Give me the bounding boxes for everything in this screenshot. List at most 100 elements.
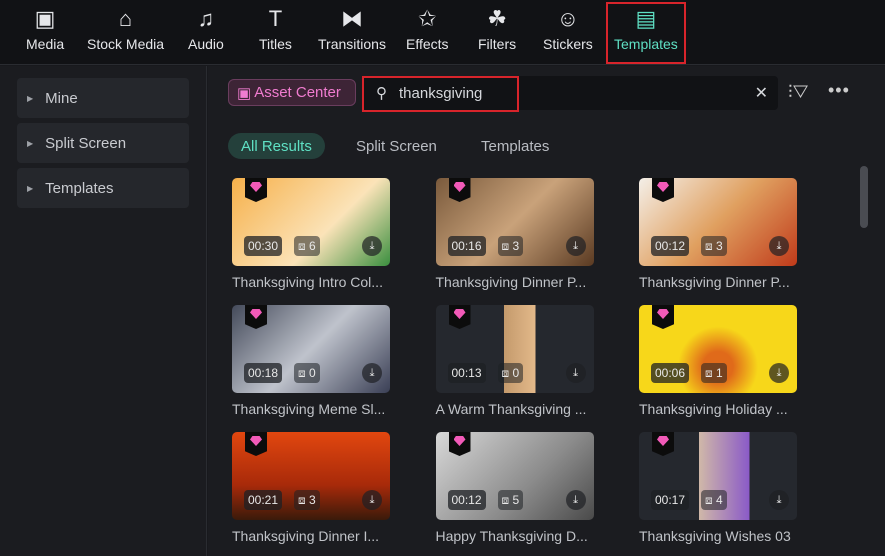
store-icon: ▣ xyxy=(237,84,252,102)
tab-effects[interactable]: ✩ Effects xyxy=(406,6,449,62)
template-card[interactable]: 00:13 ⧈ 0 ⤓ A Warm Thanksgiving ... xyxy=(435,305,594,417)
templates-icon: ▤ xyxy=(635,6,657,31)
tab-label: Media xyxy=(26,36,65,52)
clip-icon: ⧈ xyxy=(705,493,716,507)
premium-gem-icon xyxy=(245,178,267,202)
filter-label: All Results xyxy=(241,137,312,155)
clip-icon: ⧈ xyxy=(501,493,513,507)
premium-gem-icon xyxy=(448,432,471,456)
stock-media-icon: ⌂ xyxy=(118,6,133,31)
tab-templates[interactable]: ▤ Templates xyxy=(606,2,686,64)
transitions-icon: ⧓ xyxy=(340,6,363,31)
premium-gem-icon xyxy=(652,178,674,202)
expand-icon: ▶ xyxy=(27,93,34,103)
sidebar-item-label: Templates xyxy=(45,179,114,197)
filter-all-results[interactable]: All Results xyxy=(228,133,325,159)
asset-center-label: Asset Center xyxy=(254,84,341,101)
template-thumbnail[interactable]: 00:18 ⧈ 0 ⤓ xyxy=(232,305,390,393)
template-thumbnail[interactable]: 00:06 ⧈ 1 ⤓ xyxy=(639,305,797,393)
template-thumbnail[interactable]: 00:12 ⧈ 5 ⤓ xyxy=(435,432,594,520)
clip-icon: ⧈ xyxy=(298,239,309,253)
effects-icon: ✩ xyxy=(418,6,437,31)
clip-count: 6 xyxy=(308,239,316,253)
filter-icon[interactable]: ⫶▽ xyxy=(788,82,809,103)
download-icon[interactable]: ⤓ xyxy=(362,363,382,383)
template-card[interactable]: 00:16 ⧈ 3 ⤓ Thanksgiving Dinner P... xyxy=(435,178,594,290)
clip-icon: ⧈ xyxy=(298,366,309,380)
template-thumbnail[interactable]: 00:16 ⧈ 3 ⤓ xyxy=(435,178,594,266)
clip-icon: ⧈ xyxy=(298,493,309,507)
scrollbar[interactable] xyxy=(860,166,868,228)
duration-badge: 00:16 xyxy=(447,236,486,256)
tab-stickers[interactable]: ☺ Stickers xyxy=(543,6,593,62)
download-icon[interactable]: ⤓ xyxy=(362,236,382,256)
asset-center-button[interactable]: ▣ Asset Center xyxy=(228,79,356,106)
download-icon[interactable]: ⤓ xyxy=(565,490,586,510)
template-card[interactable]: 00:30 ⧈ 6 ⤓ Thanksgiving Intro Col... xyxy=(232,178,390,290)
premium-gem-icon xyxy=(448,178,471,202)
duration-badge: 00:12 xyxy=(447,490,486,510)
download-icon[interactable]: ⤓ xyxy=(769,236,789,256)
duration-badge: 00:30 xyxy=(244,236,283,256)
more-icon[interactable]: ••• xyxy=(828,80,850,101)
tab-media[interactable]: ▣ Media xyxy=(26,6,64,62)
expand-icon: ▶ xyxy=(27,183,34,193)
sidebar-item-templates[interactable]: ▶ Templates xyxy=(17,168,189,208)
template-thumbnail[interactable]: 00:30 ⧈ 6 ⤓ xyxy=(232,178,390,266)
clip-count: 0 xyxy=(512,366,520,380)
download-icon[interactable]: ⤓ xyxy=(565,236,586,256)
tab-label: Transitions xyxy=(318,36,386,52)
sidebar-item-label: Mine xyxy=(45,89,78,107)
clip-count-badge: ⧈ 3 xyxy=(497,236,524,256)
clip-icon: ⧈ xyxy=(705,366,716,380)
tab-titles[interactable]: T Titles xyxy=(259,6,292,62)
clip-count-badge: ⧈ 0 xyxy=(294,363,320,383)
tab-transitions[interactable]: ⧓ Transitions xyxy=(318,6,386,62)
clip-count-badge: ⧈ 5 xyxy=(497,490,524,510)
titles-icon: T xyxy=(268,6,283,31)
template-thumbnail[interactable]: 00:17 ⧈ 4 ⤓ xyxy=(639,432,797,520)
filter-split-screen[interactable]: Split Screen xyxy=(356,133,437,159)
download-icon[interactable]: ⤓ xyxy=(565,363,586,383)
sidebar-item-mine[interactable]: ▶ Mine xyxy=(17,78,189,118)
audio-icon: ♫ xyxy=(197,6,215,31)
tab-audio[interactable]: ♫ Audio xyxy=(188,6,224,62)
duration-badge: 00:06 xyxy=(651,363,690,383)
premium-gem-icon xyxy=(245,432,267,456)
clear-icon[interactable]: ✕ xyxy=(755,83,768,103)
template-title: Happy Thanksgiving D... xyxy=(435,528,588,544)
search-highlight xyxy=(362,76,519,112)
search-bar[interactable]: ⚲ thanksgiving ✕ xyxy=(362,76,778,112)
download-icon[interactable]: ⤓ xyxy=(362,490,382,510)
sidebar-item-split-screen[interactable]: ▶ Split Screen xyxy=(17,123,189,163)
template-card[interactable]: 00:12 ⧈ 3 ⤓ Thanksgiving Dinner P... xyxy=(639,178,797,290)
template-card[interactable]: 00:17 ⧈ 4 ⤓ Thanksgiving Wishes 03 xyxy=(639,432,797,544)
tab-label: Audio xyxy=(188,36,224,52)
template-thumbnail[interactable]: 00:13 ⧈ 0 ⤓ xyxy=(435,305,594,393)
clip-count: 4 xyxy=(715,493,723,507)
template-card[interactable]: 00:21 ⧈ 3 ⤓ Thanksgiving Dinner I... xyxy=(232,432,390,544)
template-title: Thanksgiving Dinner P... xyxy=(435,274,587,290)
template-card[interactable]: 00:12 ⧈ 5 ⤓ Happy Thanksgiving D... xyxy=(435,432,594,544)
download-icon[interactable]: ⤓ xyxy=(769,363,789,383)
clip-icon: ⧈ xyxy=(501,239,513,253)
filter-templates[interactable]: Templates xyxy=(481,133,549,159)
template-thumbnail[interactable]: 00:12 ⧈ 3 ⤓ xyxy=(639,178,797,266)
template-thumbnail[interactable]: 00:21 ⧈ 3 ⤓ xyxy=(232,432,390,520)
clip-count-badge: ⧈ 4 xyxy=(701,490,727,510)
template-title: Thanksgiving Wishes 03 xyxy=(639,528,791,544)
template-card[interactable]: 00:06 ⧈ 1 ⤓ Thanksgiving Holiday ... xyxy=(639,305,797,417)
duration-badge: 00:13 xyxy=(447,363,486,383)
clip-icon: ⧈ xyxy=(501,366,513,380)
tab-label: Stock Media xyxy=(87,36,165,52)
tab-label: Stickers xyxy=(543,36,593,52)
tab-filters[interactable]: ☘ Filters xyxy=(478,6,516,62)
template-card[interactable]: 00:18 ⧈ 0 ⤓ Thanksgiving Meme Sl... xyxy=(232,305,390,417)
tab-stock-media[interactable]: ⌂ Stock Media xyxy=(87,6,164,62)
top-toolbar: ▣ Media ⌂ Stock Media ♫ Audio T Titles ⧓ Transiti… xyxy=(0,0,885,65)
filter-label: Split Screen xyxy=(356,137,437,155)
download-icon[interactable]: ⤓ xyxy=(769,490,789,510)
clip-icon: ⧈ xyxy=(705,239,716,253)
premium-gem-icon xyxy=(652,432,674,456)
clip-count: 3 xyxy=(512,239,520,253)
